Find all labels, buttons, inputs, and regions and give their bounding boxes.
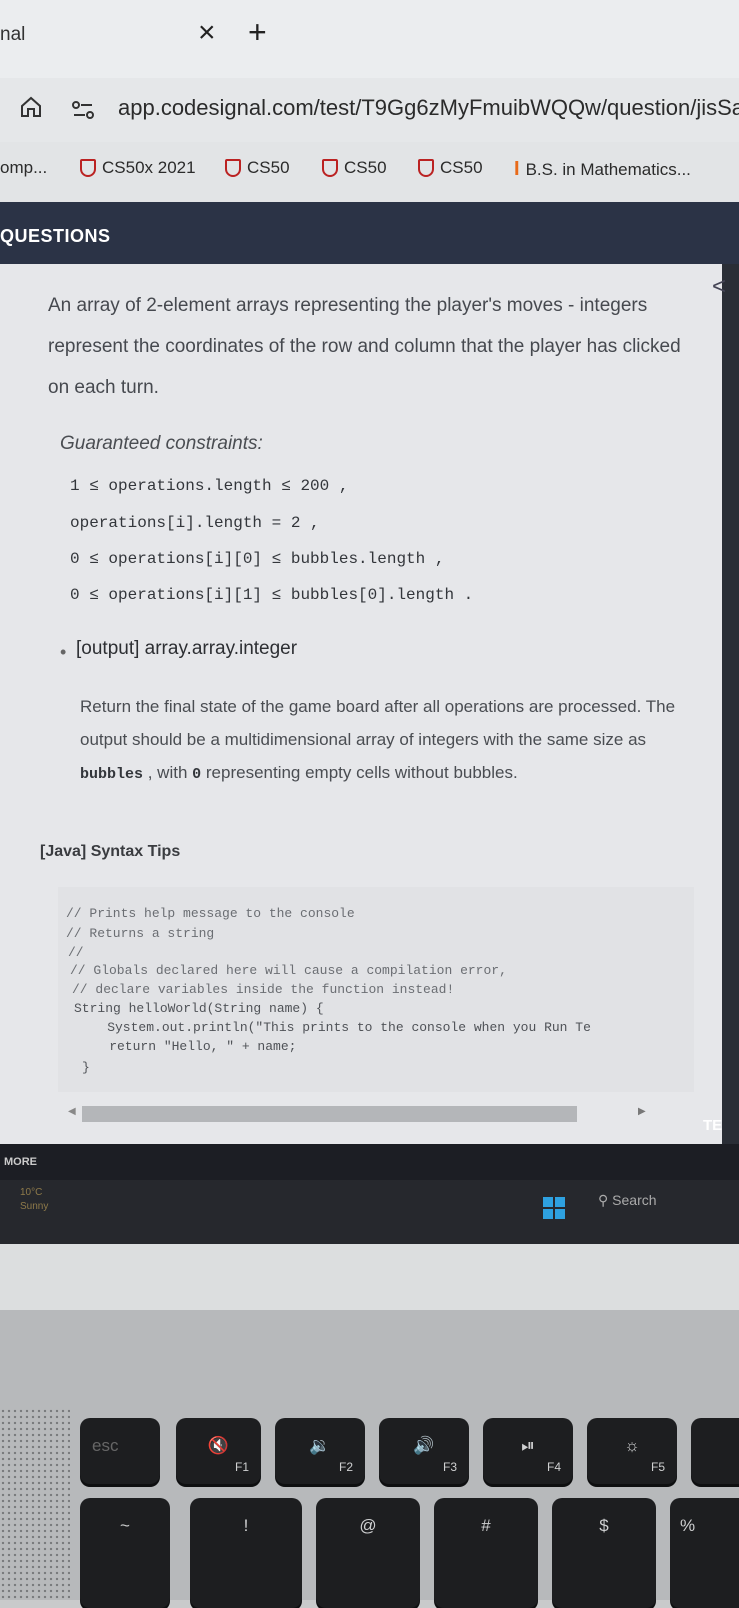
bookmark-bs-mathematics[interactable]: I B.S. in Mathematics...	[514, 158, 691, 181]
code-line: // Prints help message to the console	[66, 906, 355, 921]
constraint-line: 0 ≤ operations[i][0] ≤ bubbles.length ,	[70, 550, 445, 568]
code-line: }	[82, 1060, 90, 1075]
inline-code: 0	[192, 766, 202, 783]
key-f6[interactable]	[691, 1418, 739, 1484]
questions-header	[0, 202, 739, 264]
bookmark-label: CS50x 2021	[102, 158, 196, 177]
home-icon[interactable]	[20, 96, 42, 118]
collapse-panel-icon[interactable]: <	[712, 273, 726, 301]
key-f5[interactable]: ☼ F5	[587, 1418, 677, 1484]
code-line: String helloWorld(String name) {	[74, 1001, 324, 1016]
key-label: !	[243, 1516, 249, 1535]
windows-start-icon[interactable]	[543, 1197, 565, 1219]
url-field[interactable]: app.codesignal.com/test/T9Gg6zMyFmuibWQQ…	[118, 95, 739, 121]
laptop-bezel	[0, 1244, 739, 1310]
speaker-grille	[0, 1408, 70, 1600]
input-description: An array of 2-element arrays representin…	[48, 295, 681, 398]
volume-up-icon: 🔊	[413, 1436, 435, 1455]
bookmark-label: omp...	[0, 158, 48, 177]
weather-condition: Sunny	[20, 1201, 49, 1212]
mute-icon: 🔇	[207, 1436, 230, 1455]
code-line: // Globals declared here will cause a co…	[70, 963, 507, 978]
harvard-shield-icon	[322, 159, 338, 177]
bookmark-label: CS50	[247, 158, 290, 177]
return-text: representing empty cells without bubbles…	[201, 763, 518, 782]
temperature: 10°C	[20, 1187, 43, 1198]
bookmark-label: CS50	[440, 158, 483, 177]
bookmark-cs50x-2021[interactable]: CS50x 2021	[80, 158, 196, 178]
key-2[interactable]: @	[316, 1498, 420, 1608]
key-1[interactable]: !	[190, 1498, 302, 1608]
return-text: , with	[143, 763, 193, 782]
windows-taskbar	[0, 1180, 739, 1244]
bookmark-comp[interactable]: omp...	[0, 158, 47, 178]
play-pause-icon: ⏯	[521, 1436, 535, 1455]
key-f2[interactable]: 🔉 F2	[275, 1418, 365, 1484]
bottom-strip	[0, 1144, 739, 1180]
brightness-icon: ☼	[624, 1436, 640, 1455]
inline-code: bubbles	[80, 766, 144, 783]
new-tab-icon[interactable]: +	[248, 14, 267, 51]
code-line: return "Hello, " + name;	[78, 1039, 297, 1054]
key-label: %	[680, 1516, 696, 1535]
code-line: // declare variables inside the function…	[72, 982, 455, 997]
key-f4[interactable]: ⏯ F4	[483, 1418, 573, 1484]
key-f1[interactable]: 🔇 F1	[176, 1418, 261, 1484]
search-label: Search	[612, 1192, 657, 1208]
constraint-line: 0 ≤ operations[i][1] ≤ bubbles[0].length…	[70, 586, 474, 604]
key-label: F5	[650, 1460, 665, 1474]
return-text: Return the final state of the game board…	[80, 697, 676, 749]
constraints-title: Guaranteed constraints:	[60, 433, 263, 454]
volume-down-icon: 🔉	[309, 1436, 331, 1455]
harvard-shield-icon	[80, 159, 96, 177]
section-title: QUESTIONS	[0, 226, 111, 246]
bullet-icon: •	[60, 642, 67, 662]
key-label: esc	[92, 1436, 119, 1455]
scroll-left-icon[interactable]: ◀	[68, 1106, 76, 1117]
tab-title[interactable]: nal	[0, 24, 25, 46]
output-description: Return the final state of the game board…	[80, 690, 690, 791]
bookmark-cs50-2[interactable]: CS50	[322, 158, 387, 178]
right-panel-edge	[722, 264, 739, 1144]
key-label: F2	[338, 1460, 353, 1474]
key-label: @	[359, 1516, 377, 1535]
key-label: ~	[120, 1516, 130, 1535]
tab-close-icon[interactable]: ×	[198, 16, 216, 50]
code-line: // Returns a string	[66, 926, 215, 941]
illinois-logo-icon: I	[514, 158, 520, 180]
constraint-line: operations[i].length = 2 ,	[70, 514, 320, 532]
syntax-tips-title: [Java] Syntax Tips	[40, 843, 181, 860]
bookmark-cs50-3[interactable]: CS50	[418, 158, 483, 178]
right-tab-label[interactable]: TE	[703, 1117, 722, 1134]
bookmark-label: B.S. in Mathematics...	[525, 159, 691, 179]
constraint-line: 1 ≤ operations.length ≤ 200 ,	[70, 477, 349, 495]
bookmark-cs50-1[interactable]: CS50	[225, 158, 290, 178]
browser-tab-bar	[0, 0, 739, 78]
taskbar-search[interactable]: ⚲ Search	[598, 1192, 657, 1209]
site-settings-icon[interactable]	[72, 101, 94, 119]
key-label: #	[481, 1516, 491, 1535]
weather-widget[interactable]: 10°C Sunny	[20, 1186, 48, 1214]
key-label: F4	[546, 1460, 561, 1474]
key-label: F1	[234, 1460, 249, 1474]
scroll-right-icon[interactable]: ▶	[638, 1106, 646, 1117]
key-f3[interactable]: 🔊 F3	[379, 1418, 469, 1484]
key-label: $	[599, 1516, 609, 1535]
bookmark-label: CS50	[344, 158, 387, 177]
key-5[interactable]: %	[670, 1498, 739, 1608]
code-line: System.out.println("This prints to the c…	[76, 1020, 591, 1035]
key-label: F3	[442, 1460, 457, 1474]
more-label[interactable]: MORE	[4, 1156, 37, 1168]
harvard-shield-icon	[225, 159, 241, 177]
harvard-shield-icon	[418, 159, 434, 177]
code-line: //	[68, 945, 84, 960]
key-esc[interactable]: esc	[80, 1418, 160, 1484]
output-type-label: [output] array.array.integer	[76, 638, 298, 659]
key-3[interactable]: #	[434, 1498, 538, 1608]
horizontal-scrollbar[interactable]	[82, 1106, 577, 1122]
key-4[interactable]: $	[552, 1498, 656, 1608]
key-tilde[interactable]: ~	[80, 1498, 170, 1608]
